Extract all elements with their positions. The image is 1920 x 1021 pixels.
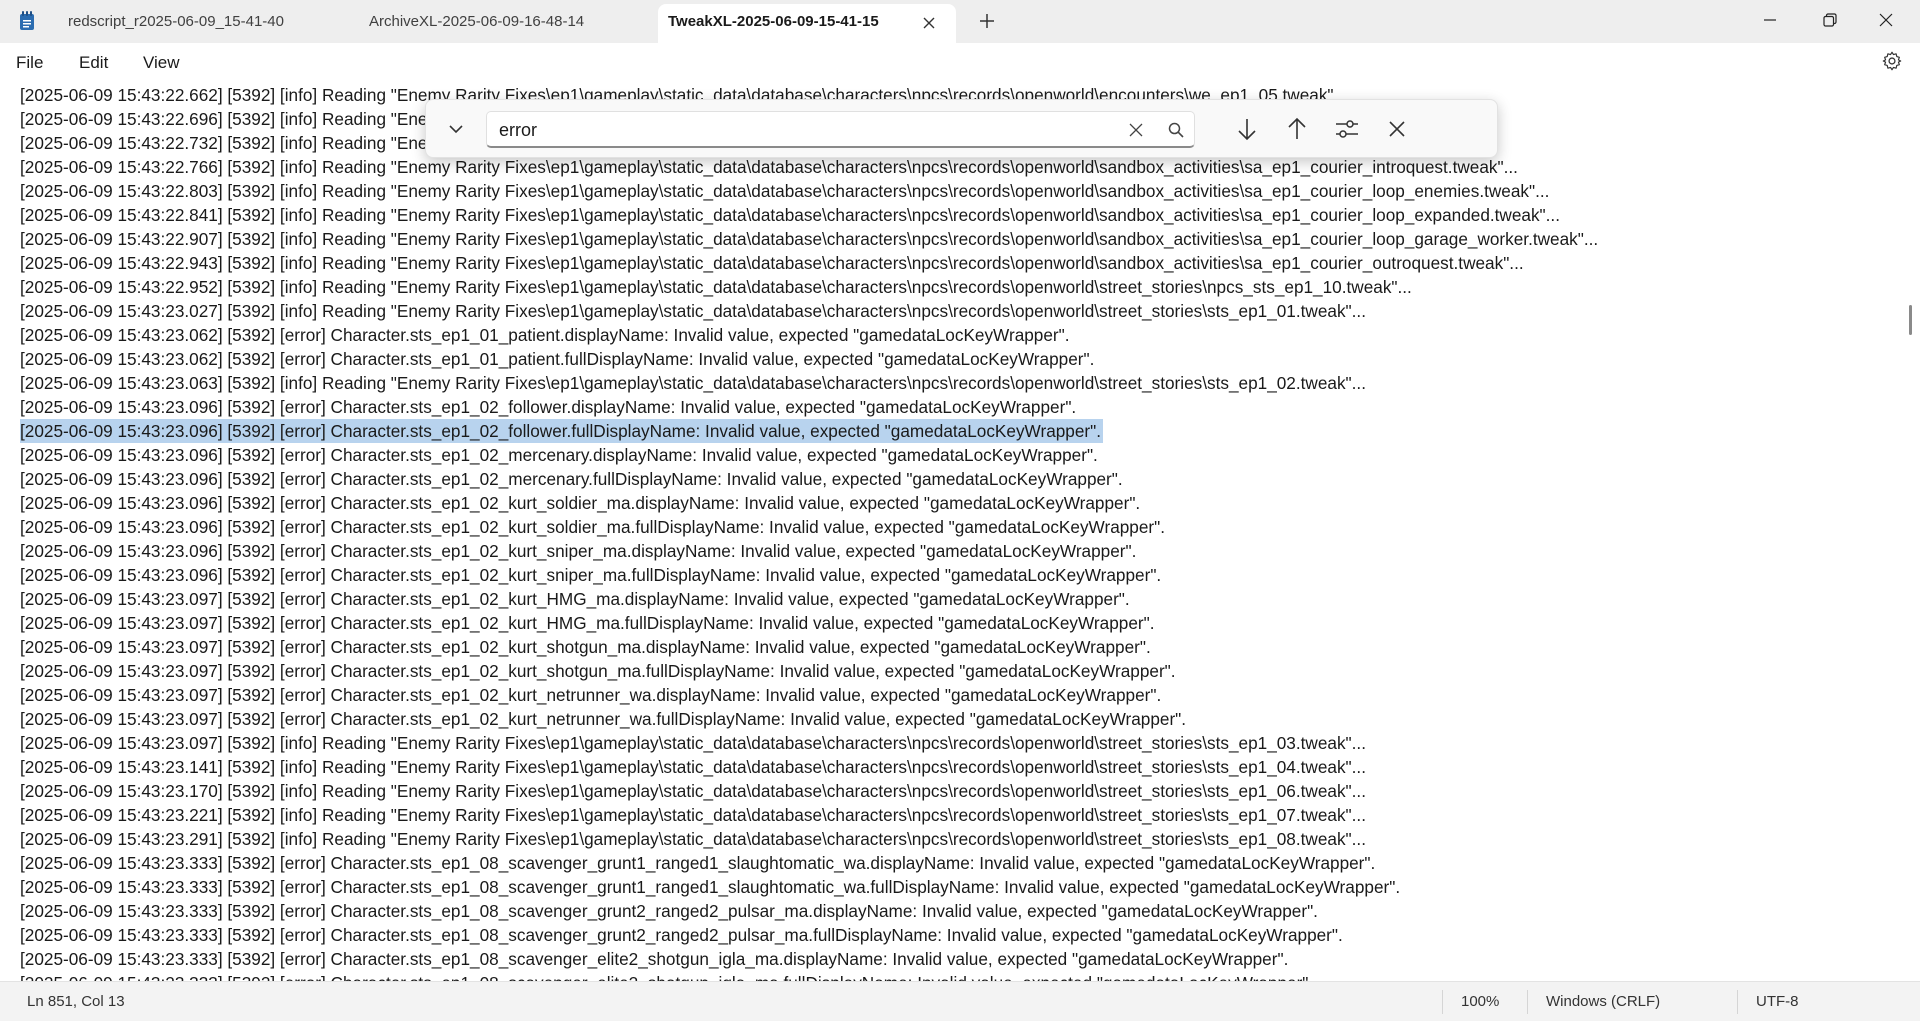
clear-icon[interactable] <box>1128 122 1144 138</box>
vertical-scrollbar[interactable] <box>1909 305 1912 335</box>
arrow-down-icon[interactable] <box>1232 114 1262 144</box>
log-line: [2025-06-09 15:43:23.096] [5392] [error]… <box>20 517 1166 537</box>
chevron-down-icon[interactable] <box>444 117 468 141</box>
divider <box>1442 990 1443 1014</box>
log-line: [2025-06-09 15:43:23.333] [5392] [error]… <box>20 853 1376 873</box>
log-line: [2025-06-09 15:43:22.943] [5392] [info] … <box>20 253 1524 273</box>
minimize-icon <box>1764 19 1776 21</box>
divider <box>1527 990 1528 1014</box>
tab-tweakxl-log[interactable]: TweakXL-2025-06-09-15-41-15 <box>658 4 956 43</box>
log-line: [2025-06-09 15:43:23.097] [5392] [info] … <box>20 733 1366 753</box>
find-panel <box>425 99 1498 158</box>
cursor-position[interactable]: Ln 851, Col 13 <box>27 993 125 1010</box>
close-window-button[interactable] <box>1856 0 1916 40</box>
encoding[interactable]: UTF-8 <box>1756 993 1799 1010</box>
search-icon[interactable] <box>1167 121 1185 139</box>
find-input[interactable] <box>499 118 1099 142</box>
log-line: [2025-06-09 15:43:23.333] [5392] [error]… <box>20 949 1289 969</box>
close-icon[interactable] <box>922 16 936 30</box>
log-line: [2025-06-09 15:43:22.803] [5392] [info] … <box>20 181 1550 201</box>
text-editor[interactable]: [2025-06-09 15:43:22.662] [5392] [info] … <box>0 83 1920 981</box>
menu-view[interactable]: View <box>143 53 180 73</box>
log-line: [2025-06-09 15:43:23.170] [5392] [info] … <box>20 781 1366 801</box>
selected-log-line: [2025-06-09 15:43:23.096] [5392] [error]… <box>20 419 1104 443</box>
notepad-icon <box>20 11 34 30</box>
title-bar: redscript_r2025-06-09_15-41-40 ArchiveXL… <box>0 0 1920 43</box>
log-line: [2025-06-09 15:43:23.333] [5392] [error]… <box>20 877 1401 897</box>
status-bar: Ln 851, Col 13 100% Windows (CRLF) UTF-8 <box>0 981 1920 1021</box>
log-line: [2025-06-09 15:43:23.141] [5392] [info] … <box>20 757 1366 777</box>
log-line: [2025-06-09 15:43:23.063] [5392] [info] … <box>20 373 1366 393</box>
log-line: [2025-06-09 15:43:23.097] [5392] [error]… <box>20 589 1130 609</box>
log-line: [2025-06-09 15:43:23.096] [5392] [error]… <box>20 541 1137 561</box>
log-line: [2025-06-09 15:43:23.333] [5392] [error]… <box>20 901 1318 921</box>
log-line: [2025-06-09 15:43:23.096] [5392] [error]… <box>20 397 1077 417</box>
minimize-button[interactable] <box>1740 0 1800 40</box>
log-line: [2025-06-09 15:43:23.333] [5392] [error]… <box>20 971 1313 981</box>
menu-edit[interactable]: Edit <box>79 53 108 73</box>
log-line: [2025-06-09 15:43:23.097] [5392] [error]… <box>20 613 1155 633</box>
log-line: [2025-06-09 15:43:22.841] [5392] [info] … <box>20 205 1560 225</box>
log-line: [2025-06-09 15:43:22.766] [5392] [info] … <box>20 157 1518 177</box>
log-line: [2025-06-09 15:43:23.096] [5392] [error]… <box>20 469 1123 489</box>
log-line: [2025-06-09 15:43:23.096] [5392] [error]… <box>20 445 1098 465</box>
log-line: [2025-06-09 15:43:23.096] [5392] [error]… <box>20 493 1141 513</box>
find-field <box>486 111 1195 148</box>
log-line: [2025-06-09 15:43:23.291] [5392] [info] … <box>20 829 1366 849</box>
log-line: [2025-06-09 15:43:22.952] [5392] [info] … <box>20 277 1412 297</box>
log-line: [2025-06-09 15:43:23.062] [5392] [error]… <box>20 349 1095 369</box>
log-line: [2025-06-09 15:43:23.027] [5392] [info] … <box>20 301 1366 321</box>
line-ending[interactable]: Windows (CRLF) <box>1546 993 1660 1010</box>
tab-redscript-log[interactable]: redscript_r2025-06-09_15-41-40 <box>68 0 284 43</box>
zoom-level[interactable]: 100% <box>1461 993 1499 1010</box>
log-line: [2025-06-09 15:43:23.097] [5392] [error]… <box>20 709 1187 729</box>
log-line: [2025-06-09 15:43:23.097] [5392] [error]… <box>20 637 1151 657</box>
tab-archivexl-log[interactable]: ArchiveXL-2025-06-09-16-48-14 <box>369 0 584 43</box>
close-icon[interactable] <box>1382 114 1412 144</box>
log-line: [2025-06-09 15:43:23.333] [5392] [error]… <box>20 925 1343 945</box>
gear-icon[interactable] <box>1881 50 1903 72</box>
log-line: [2025-06-09 15:43:23.062] [5392] [error]… <box>20 325 1070 345</box>
tab-label: TweakXL-2025-06-09-15-41-15 <box>668 13 879 30</box>
close-icon <box>1879 13 1893 27</box>
log-line: [2025-06-09 15:43:23.096] [5392] [error]… <box>20 565 1162 585</box>
log-line: [2025-06-09 15:43:23.221] [5392] [info] … <box>20 805 1366 825</box>
menu-file[interactable]: File <box>16 53 43 73</box>
sliders-icon[interactable] <box>1332 114 1362 144</box>
log-line: [2025-06-09 15:43:22.907] [5392] [info] … <box>20 229 1599 249</box>
arrow-up-icon[interactable] <box>1282 114 1312 144</box>
restore-icon <box>1823 13 1837 27</box>
log-line: [2025-06-09 15:43:23.097] [5392] [error]… <box>20 661 1176 681</box>
divider <box>1737 990 1738 1014</box>
plus-icon[interactable] <box>977 11 997 31</box>
maximize-button[interactable] <box>1800 0 1860 40</box>
log-line: [2025-06-09 15:43:23.097] [5392] [error]… <box>20 685 1162 705</box>
menu-bar: File Edit View <box>0 43 1920 83</box>
